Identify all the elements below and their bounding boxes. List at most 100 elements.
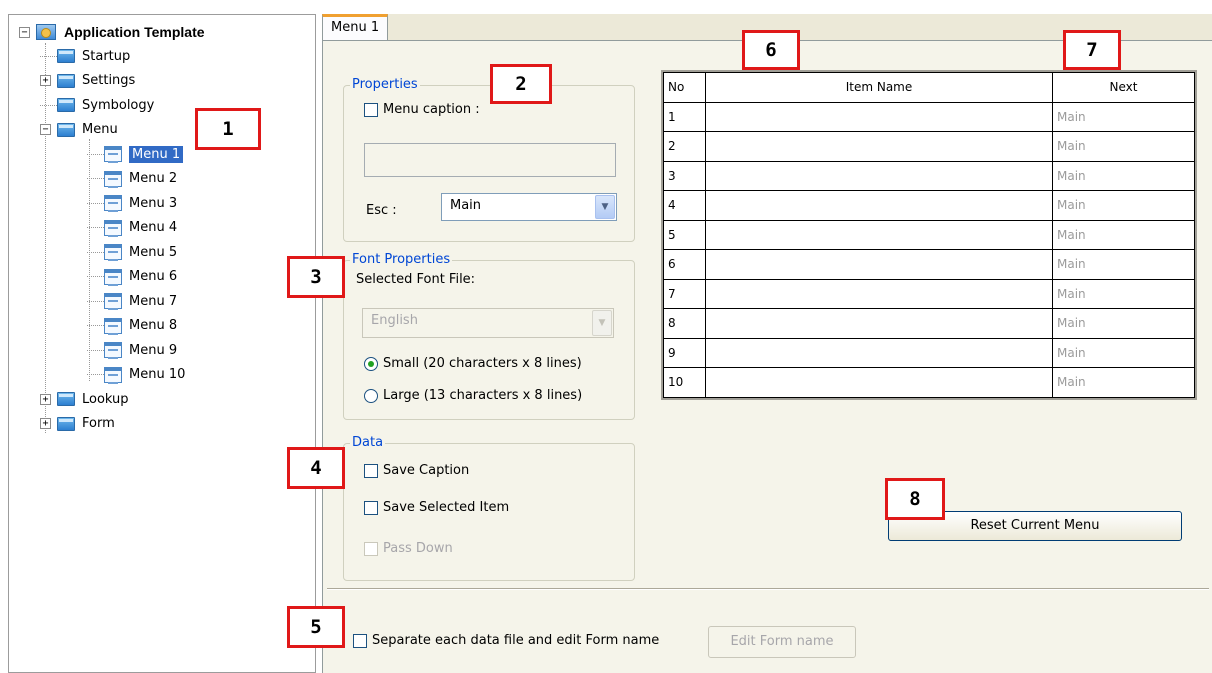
font-file-select[interactable]: English ▼ [362, 308, 614, 338]
tree-item-menu-5[interactable]: Menu 5 [87, 241, 177, 263]
cell-no[interactable]: 7 [663, 278, 706, 309]
save-caption-option[interactable]: Save Caption [364, 463, 469, 478]
expand-icon[interactable]: + [40, 393, 51, 405]
table-row[interactable]: 10 Main [663, 367, 1195, 398]
collapse-icon[interactable]: − [40, 124, 51, 135]
tree-item-menu-4[interactable]: Menu 4 [87, 217, 177, 239]
separator [327, 588, 1209, 590]
expand-icon[interactable]: + [40, 418, 51, 429]
table-row[interactable]: 2 Main [663, 131, 1195, 162]
save-caption-checkbox[interactable] [364, 463, 378, 478]
cell-no[interactable]: 6 [663, 249, 706, 280]
cell-item-name[interactable] [705, 337, 1053, 368]
tree-item-menu-2[interactable]: Menu 2 [87, 168, 177, 190]
tree-item-settings[interactable]: + Settings [40, 70, 135, 92]
tree-item-menu-9[interactable]: Menu 9 [87, 339, 177, 361]
cell-next[interactable]: Main [1052, 337, 1195, 368]
tree-item-label: Settings [82, 73, 136, 88]
pass-down-checkbox[interactable] [364, 541, 378, 556]
cell-next[interactable]: Main [1052, 101, 1195, 132]
column-header-next[interactable]: Next [1052, 72, 1195, 103]
cell-no[interactable]: 4 [663, 190, 706, 221]
menu-items-grid[interactable]: No Item Name Next 1 Main 2 Main 3 Main 4 Main 5 M… [661, 70, 1197, 400]
callout-1: 1 [195, 108, 261, 150]
tree-item-menu[interactable]: − Menu [40, 119, 118, 141]
cell-item-name[interactable] [705, 190, 1053, 221]
cell-item-name[interactable] [705, 101, 1053, 132]
cell-no[interactable]: 8 [663, 308, 706, 339]
tree-item-menu-10[interactable]: Menu 10 [87, 364, 185, 386]
pass-down-option[interactable]: Pass Down [364, 541, 453, 556]
properties-title: Properties [350, 77, 420, 92]
cell-next[interactable]: Main [1052, 190, 1195, 221]
tree-item-label: Symbology [82, 97, 155, 113]
separate-files-checkbox[interactable] [353, 633, 367, 648]
chevron-down-icon[interactable]: ▼ [595, 195, 615, 219]
column-header-item-name[interactable]: Item Name [705, 72, 1053, 103]
table-row[interactable]: 8 Main [663, 308, 1195, 339]
save-selected-item-option[interactable]: Save Selected Item [364, 500, 509, 515]
table-row[interactable]: 7 Main [663, 278, 1195, 309]
table-row[interactable]: 5 Main [663, 219, 1195, 250]
cell-item-name[interactable] [705, 308, 1053, 339]
tab-menu-1[interactable]: Menu 1 [322, 14, 389, 40]
tree-root[interactable]: − Application Template [19, 21, 205, 43]
separate-files-option[interactable]: Separate each data file and edit Form na… [353, 633, 659, 648]
large-font-option[interactable]: Large (13 characters x 8 lines) [364, 388, 582, 403]
cell-next[interactable]: Main [1052, 278, 1195, 309]
cell-no[interactable]: 9 [663, 337, 706, 368]
cell-item-name[interactable] [705, 160, 1053, 191]
esc-select[interactable]: Main ▼ [441, 193, 617, 221]
large-font-radio[interactable] [364, 388, 378, 403]
tree-item-form[interactable]: + Form [40, 413, 115, 435]
cell-next[interactable]: Main [1052, 131, 1195, 162]
chevron-down-icon[interactable]: ▼ [592, 310, 612, 336]
edit-form-name-button[interactable]: Edit Form name [708, 626, 856, 658]
cell-item-name[interactable] [705, 131, 1053, 162]
tree-item-menu-7[interactable]: Menu 7 [87, 290, 177, 312]
tree-item-menu-6[interactable]: Menu 6 [87, 266, 177, 288]
table-row[interactable]: 6 Main [663, 249, 1195, 280]
small-font-radio[interactable] [364, 356, 378, 371]
cell-no[interactable]: 1 [663, 101, 706, 132]
table-row[interactable]: 1 Main [663, 101, 1195, 132]
cell-item-name[interactable] [705, 249, 1053, 280]
cell-next[interactable]: Main [1052, 249, 1195, 280]
menu-caption-checkbox-row[interactable]: Menu caption : [364, 102, 480, 117]
cell-no[interactable]: 2 [663, 131, 706, 162]
save-caption-label: Save Caption [383, 463, 470, 478]
table-row[interactable]: 4 Main [663, 190, 1195, 221]
table-row[interactable]: 3 Main [663, 160, 1195, 191]
cell-no[interactable]: 10 [663, 367, 706, 398]
font-properties-title: Font Properties [350, 252, 453, 267]
tree-item-menu-8[interactable]: Menu 8 [87, 315, 177, 337]
menu-editor-panel: Menu 1 Properties Menu caption : Esc : M… [322, 14, 1212, 673]
cell-no[interactable]: 3 [663, 160, 706, 191]
tree-item-label: Menu 3 [129, 195, 178, 211]
collapse-icon[interactable]: − [19, 26, 30, 38]
table-row[interactable]: 9 Main [663, 337, 1195, 368]
cell-next[interactable]: Main [1052, 160, 1195, 191]
tree-item-symbology[interactable]: Symbology [40, 94, 154, 116]
folder-icon [57, 122, 75, 137]
menu-caption-input[interactable] [364, 143, 616, 177]
tree-item-menu-3[interactable]: Menu 3 [87, 192, 177, 214]
save-selected-item-checkbox[interactable] [364, 500, 378, 515]
tree-item-lookup[interactable]: + Lookup [40, 388, 129, 410]
cell-next[interactable]: Main [1052, 367, 1195, 398]
cell-item-name[interactable] [705, 278, 1053, 309]
cell-item-name[interactable] [705, 367, 1053, 398]
tree-item-startup[interactable]: Startup [40, 45, 130, 67]
tree-item-menu-1[interactable]: Menu 1 [87, 143, 184, 165]
selected-font-label: Selected Font File: [356, 272, 476, 287]
cell-no[interactable]: 5 [663, 219, 706, 250]
small-font-option[interactable]: Small (20 characters x 8 lines) [364, 356, 582, 371]
cell-next[interactable]: Main [1052, 219, 1195, 250]
column-header-no[interactable]: No [663, 72, 706, 103]
cell-item-name[interactable] [705, 219, 1053, 250]
tree-item-label: Lookup [82, 391, 129, 407]
tree-connector [87, 349, 104, 351]
expand-icon[interactable]: + [40, 75, 51, 86]
menu-caption-checkbox[interactable] [364, 102, 378, 117]
cell-next[interactable]: Main [1052, 308, 1195, 339]
